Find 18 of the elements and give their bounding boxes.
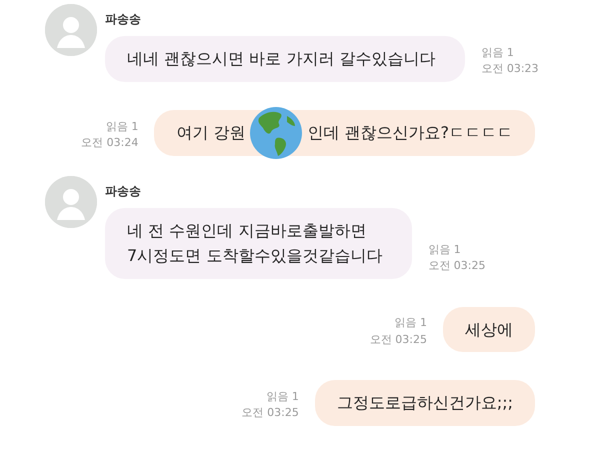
- message-bubble: 세상에: [443, 306, 535, 352]
- message-time: 오전 03:24: [81, 135, 138, 152]
- read-receipt: 읽음 1: [104, 118, 138, 135]
- message-bubble: 네네 괜찮으시면 바로 가지러 갈수있습니다: [105, 36, 466, 82]
- message-time: 오전 03:23: [481, 61, 539, 78]
- read-receipt: 읽음 1: [428, 242, 462, 258]
- read-receipt: 읽음 1: [481, 44, 515, 61]
- sender-name: 파송송: [105, 182, 142, 200]
- message-time: 오전 03:25: [428, 258, 486, 274]
- message-text: 인데 괜찮으신가요?ㄷㄷㄷㄷ: [307, 122, 513, 144]
- message-bubble: 그정도로급하신건가요;;;: [314, 380, 535, 426]
- message-time: 오전 03:25: [242, 405, 299, 422]
- message-text: 여기 강원: [176, 122, 246, 144]
- read-receipt: 읽음 1: [265, 388, 299, 405]
- message-bubble: 네 전 수원인데 지금바로출발하면 7시정도면 도착할수있을것같습니다: [105, 208, 412, 279]
- message-time: 오전 03:25: [370, 332, 427, 348]
- read-receipt: 읽음 1: [394, 315, 427, 332]
- sender-name: 파송송: [105, 11, 142, 28]
